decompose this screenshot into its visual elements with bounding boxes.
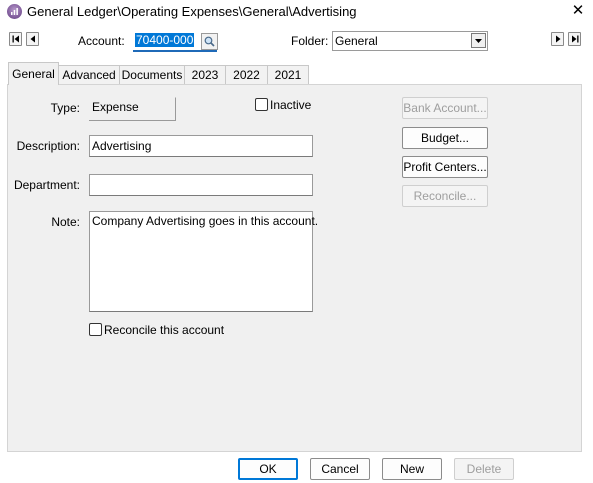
note-label: Note: xyxy=(51,215,80,229)
inactive-checkbox[interactable] xyxy=(255,98,268,111)
close-icon[interactable]: ✕ xyxy=(566,0,590,22)
first-record-icon xyxy=(12,35,19,43)
inactive-label: Inactive xyxy=(270,98,312,112)
tab-2021[interactable]: 2021 xyxy=(267,65,309,84)
tab-advanced[interactable]: Advanced xyxy=(58,65,120,84)
chevron-down-icon xyxy=(475,39,482,43)
reconcile-account-checkbox[interactable] xyxy=(89,323,102,336)
tab-documents[interactable]: Documents xyxy=(119,65,185,84)
folder-dropdown-button[interactable] xyxy=(471,33,486,48)
ok-button[interactable]: OK xyxy=(238,458,298,480)
account-label: Account: xyxy=(78,34,125,48)
search-icon xyxy=(204,36,215,47)
last-record-icon xyxy=(571,35,578,43)
account-value[interactable]: 70400-000 xyxy=(135,33,195,47)
reconcile-account-label: Reconcile this account xyxy=(104,323,225,337)
type-value: Expense xyxy=(92,100,139,114)
department-input[interactable] xyxy=(89,174,313,196)
delete-button[interactable]: Delete xyxy=(454,458,514,480)
app-icon xyxy=(7,4,22,19)
tab-2023[interactable]: 2023 xyxy=(184,65,226,84)
description-label: Description: xyxy=(16,139,80,153)
tab-general[interactable]: General xyxy=(8,62,59,85)
note-value: Company Advertising goes in this account… xyxy=(92,214,319,228)
previous-record-button[interactable] xyxy=(26,32,39,46)
first-record-button[interactable] xyxy=(9,32,22,46)
profit-centers-button[interactable]: Profit Centers... xyxy=(402,156,488,178)
type-label: Type: xyxy=(50,101,80,115)
folder-value: General xyxy=(335,34,378,48)
budget-button[interactable]: Budget... xyxy=(402,127,488,149)
bank-account-button[interactable]: Bank Account... xyxy=(402,97,488,119)
next-record-icon xyxy=(555,35,560,43)
description-value: Advertising xyxy=(92,139,152,153)
next-record-button[interactable] xyxy=(551,32,564,46)
folder-label: Folder: xyxy=(291,34,329,48)
new-button[interactable]: New xyxy=(382,458,442,480)
last-record-button[interactable] xyxy=(568,32,581,46)
window-title: General Ledger\Operating Expenses\Genera… xyxy=(27,4,357,19)
cancel-button[interactable]: Cancel xyxy=(310,458,370,480)
department-label: Department: xyxy=(13,178,80,192)
account-lookup-button[interactable] xyxy=(201,33,218,50)
previous-record-icon xyxy=(30,35,35,43)
reconcile-button[interactable]: Reconcile... xyxy=(402,185,488,207)
tab-2022[interactable]: 2022 xyxy=(225,65,268,84)
